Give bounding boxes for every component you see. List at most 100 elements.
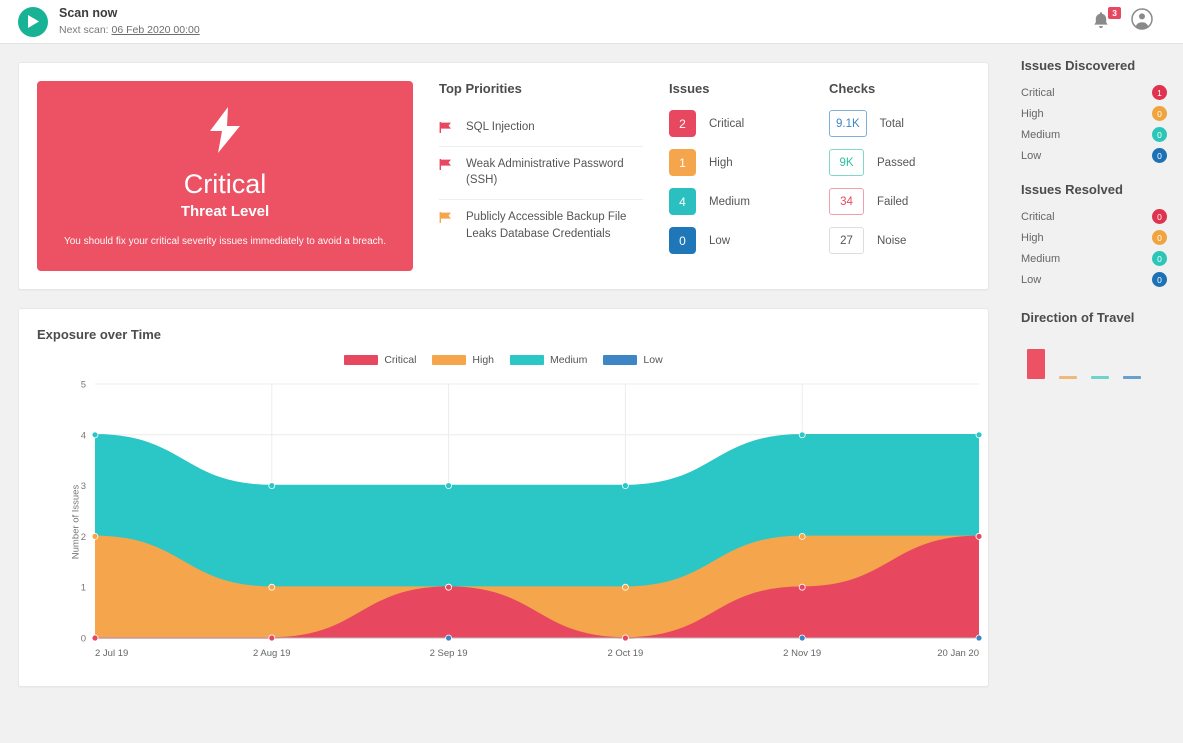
data-point-medium[interactable] [622,482,628,488]
discovered-label: High [1021,108,1044,120]
scan-now-block[interactable]: Scan now Next scan: 06 Feb 2020 00:00 [18,6,200,37]
data-point-critical[interactable] [976,533,982,539]
play-triangle-icon [27,15,39,28]
exposure-chart-card: Exposure over Time Critical High Medium … [18,308,989,687]
check-row[interactable]: 9.1K Total [829,110,953,137]
discovered-count: 0 [1152,148,1167,163]
avatar [1131,8,1153,30]
data-point-medium[interactable] [92,431,98,437]
data-point-low[interactable] [799,635,805,641]
resolved-label: Critical [1021,211,1055,223]
direction-bar-high [1059,376,1077,379]
data-point-high[interactable] [799,533,805,539]
scan-now-label[interactable]: Scan now [59,6,200,22]
issue-row[interactable]: 2 Critical [669,110,803,137]
discovered-row[interactable]: Medium 0 [1021,124,1167,145]
issue-count-badge[interactable]: 2 [669,110,696,137]
discovered-row[interactable]: Critical 1 [1021,82,1167,103]
issue-row[interactable]: 4 Medium [669,188,803,215]
data-point-critical[interactable] [799,584,805,590]
data-point-critical[interactable] [622,635,628,641]
top-bar: Scan now Next scan: 06 Feb 2020 00:00 3 [0,0,1183,44]
chart-legend: Critical High Medium Low [37,354,970,366]
y-tick-label: 5 [81,379,86,390]
priority-item[interactable]: Publicly Accessible Backup File Leaks Da… [439,200,643,252]
issue-row[interactable]: 0 Low [669,227,803,254]
issue-label: Medium [709,196,750,208]
resolved-count: 0 [1152,209,1167,224]
discovered-row[interactable]: Low 0 [1021,145,1167,166]
data-point-medium[interactable] [799,431,805,437]
x-tick-label: 2 Nov 19 [783,648,821,659]
issue-row[interactable]: 1 High [669,149,803,176]
data-point-critical[interactable] [269,635,275,641]
top-priorities-title: Top Priorities [439,81,643,96]
data-point-high[interactable] [92,533,98,539]
check-value-box[interactable]: 9.1K [829,110,867,137]
threat-level-value: Critical [184,170,267,200]
x-tick-label: 2 Oct 19 [607,648,643,659]
notifications-button[interactable]: 3 [1091,10,1113,34]
next-scan-date[interactable]: 06 Feb 2020 00:00 [112,24,200,36]
issue-count-badge[interactable]: 4 [669,188,696,215]
data-point-medium[interactable] [269,482,275,488]
legend-item-critical[interactable]: Critical [344,354,416,366]
check-label: Total [880,118,904,130]
discovered-label: Medium [1021,129,1060,141]
issues-discovered-title: Issues Discovered [1021,58,1167,73]
flag-icon [439,158,452,171]
account-circle-icon[interactable] [1131,8,1153,35]
data-point-high[interactable] [269,584,275,590]
data-point-critical[interactable] [92,635,98,641]
legend-label: Critical [384,354,416,366]
check-row[interactable]: 34 Failed [829,188,953,215]
data-point-low[interactable] [976,635,982,641]
threat-level-message: You should fix your critical severity is… [64,236,386,247]
resolved-label: Low [1021,274,1041,286]
check-row[interactable]: 27 Noise [829,227,953,254]
issue-label: Low [709,235,730,247]
legend-label: High [472,354,494,366]
play-icon[interactable] [18,7,48,37]
resolved-count: 0 [1152,230,1167,245]
check-value-box[interactable]: 9K [829,149,864,176]
direction-bar-critical [1027,349,1045,379]
check-value-box[interactable]: 34 [829,188,864,215]
exposure-area-chart[interactable]: 0123452 Jul 192 Aug 192 Sep 192 Oct 192 … [51,372,991,672]
chart-plot-area: Number of Issues 0123452 Jul 192 Aug 192… [37,372,970,672]
checks-column: Checks 9.1K Total 9K Passed 34 Failed 27… [803,81,953,271]
x-tick-label: 2 Jul 19 [95,648,128,659]
check-value-box[interactable]: 27 [829,227,864,254]
legend-item-medium[interactable]: Medium [510,354,587,366]
resolved-row[interactable]: Critical 0 [1021,206,1167,227]
chart-title: Exposure over Time [37,327,970,342]
y-tick-label: 2 [81,532,86,543]
discovered-count: 0 [1152,127,1167,142]
resolved-label: High [1021,232,1044,244]
data-point-medium[interactable] [446,482,452,488]
resolved-row[interactable]: Medium 0 [1021,248,1167,269]
priority-item[interactable]: SQL Injection [439,110,643,147]
legend-item-low[interactable]: Low [603,354,662,366]
issue-count-badge[interactable]: 1 [669,149,696,176]
discovered-count: 1 [1152,85,1167,100]
data-point-low[interactable] [446,635,452,641]
main-content: Critical Threat Level You should fix you… [0,44,1007,743]
check-row[interactable]: 9K Passed [829,149,953,176]
y-tick-label: 4 [81,430,86,441]
resolved-row[interactable]: High 0 [1021,227,1167,248]
issues-column: Issues 2 Critical 1 High 4 Medium 0 Low [643,81,803,271]
priority-item[interactable]: Weak Administrative Password (SSH) [439,147,643,200]
check-label: Passed [877,157,915,169]
y-tick-label: 1 [81,582,86,593]
top-priorities-column: Top Priorities SQL Injection Weak Admini… [413,81,643,271]
data-point-critical[interactable] [446,584,452,590]
direction-bar-low [1123,376,1141,379]
resolved-row[interactable]: Low 0 [1021,269,1167,290]
discovered-row[interactable]: High 0 [1021,103,1167,124]
legend-item-high[interactable]: High [432,354,494,366]
issue-count-badge[interactable]: 0 [669,227,696,254]
issue-label: High [709,157,733,169]
data-point-high[interactable] [622,584,628,590]
data-point-medium[interactable] [976,431,982,437]
